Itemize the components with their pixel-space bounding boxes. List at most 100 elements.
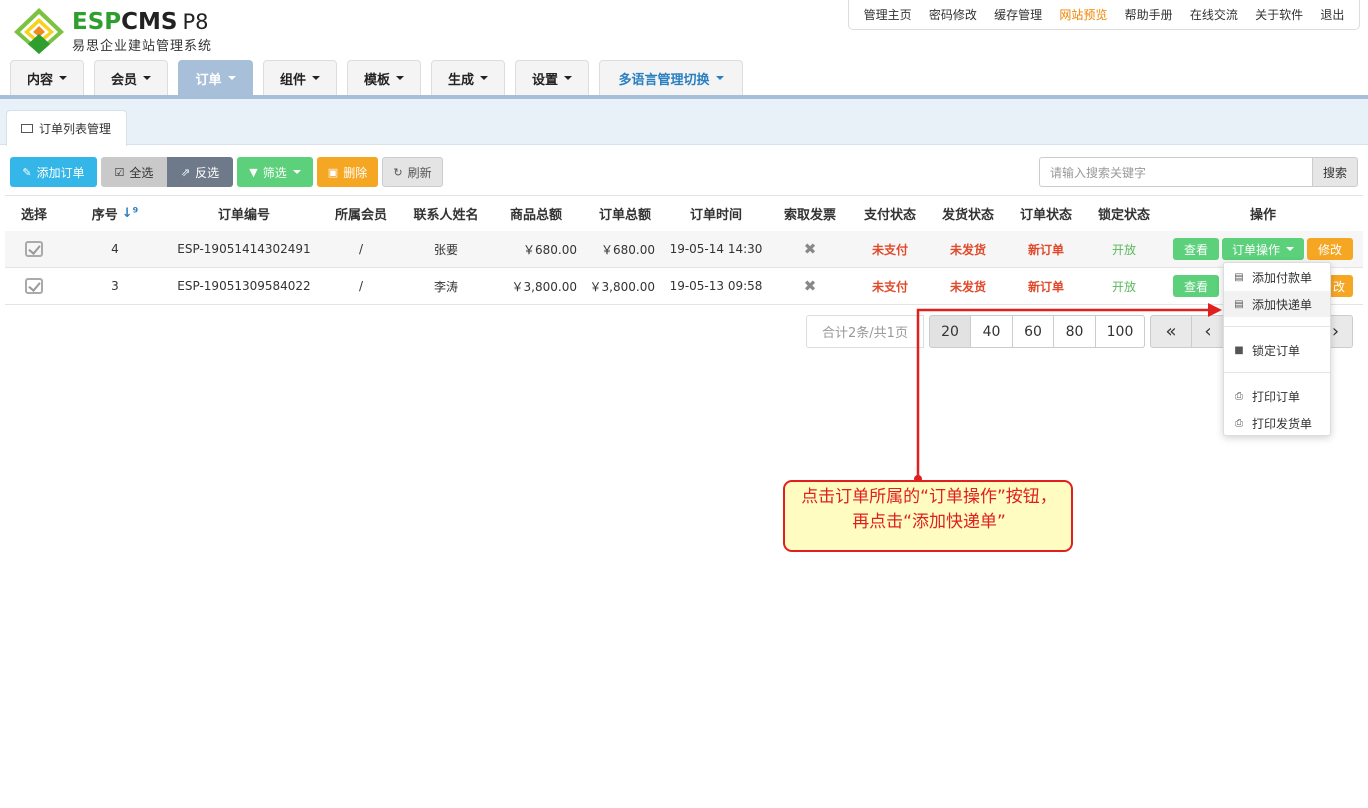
- row-time: 19-05-13 09:58: [669, 279, 763, 293]
- col-status: 订单状态: [1019, 208, 1072, 223]
- menu-divider: [1224, 326, 1330, 327]
- row-seq: 3: [111, 279, 119, 293]
- nav-settings[interactable]: 设置: [515, 60, 589, 95]
- row-order-status: 新订单: [1027, 242, 1064, 257]
- row-time: 19-05-14 14:30: [669, 242, 763, 256]
- select-all-label: 全选: [129, 165, 154, 180]
- modify-button[interactable]: 修改: [1307, 238, 1353, 260]
- nav-order[interactable]: 订单: [178, 60, 253, 95]
- menu-print-order-label: 打印订单: [1252, 389, 1301, 404]
- page-size-100[interactable]: 100: [1095, 315, 1145, 348]
- table-row: 3 ESP-19051309584022 / 李涛 ￥3,800.00 ￥3,8…: [5, 268, 1363, 305]
- nav-order-label: 订单: [195, 72, 222, 88]
- top-nav-help[interactable]: 帮助手册: [1125, 6, 1173, 23]
- view-button[interactable]: 查看: [1173, 275, 1219, 297]
- row-pay-status: 未支付: [871, 279, 908, 294]
- row-invoice: ✖: [771, 268, 849, 304]
- page-size-20[interactable]: 20: [929, 315, 971, 348]
- filter-button[interactable]: ▼ 筛选: [237, 157, 313, 187]
- col-invoice: 索取发票: [783, 208, 836, 223]
- file-icon: ▤: [1234, 298, 1244, 310]
- order-ops-button[interactable]: 订单操作: [1222, 238, 1304, 260]
- search-input[interactable]: 请输入搜索关键字: [1039, 157, 1313, 187]
- nav-generate[interactable]: 生成: [431, 60, 505, 95]
- top-nav-cache[interactable]: 缓存管理: [994, 6, 1042, 23]
- table-header: 选择 序号 ↓⁹ 订单编号 所属会员 联系人姓名 商品总额 订单总额 订单时间 索…: [5, 195, 1363, 232]
- add-order-button[interactable]: ✎ 添加订单: [10, 157, 97, 187]
- menu-print-delivery[interactable]: ⎙ 打印发货单: [1224, 410, 1330, 436]
- nav-widget-label: 组件: [279, 72, 306, 88]
- sub-tab-bar: [0, 99, 1368, 145]
- nav-widget[interactable]: 组件: [263, 60, 337, 95]
- caret-down-icon: [564, 76, 572, 80]
- row-member: /: [358, 242, 364, 256]
- sort-icon[interactable]: ↓⁹: [122, 206, 139, 221]
- top-nav-password[interactable]: 密码修改: [929, 6, 977, 23]
- top-nav-preview[interactable]: 网站预览: [1059, 6, 1107, 23]
- add-order-label: 添加订单: [36, 165, 85, 180]
- row-ship-status: 未发货: [949, 279, 986, 294]
- brand-esp: ESP: [72, 9, 122, 35]
- nav-member-label: 会员: [110, 72, 137, 88]
- order-ops-dropdown: ▤ 添加付款单 ▤ 添加快递单 ■ 锁定订单 ⎙ 打印订单 ⎙ 打印发货单: [1223, 262, 1331, 436]
- caret-down-icon: [143, 76, 151, 80]
- row-ship-status: 未发货: [949, 242, 986, 257]
- top-nav-logout[interactable]: 退出: [1320, 6, 1344, 23]
- top-nav-about[interactable]: 关于软件: [1255, 6, 1303, 23]
- menu-add-payment[interactable]: ▤ 添加付款单: [1224, 264, 1330, 290]
- edit-icon: ✎: [22, 165, 32, 179]
- search-button[interactable]: 搜索: [1312, 157, 1358, 187]
- nav-template[interactable]: 模板: [347, 60, 421, 95]
- row-checkbox[interactable]: [5, 231, 63, 267]
- row-order-status: 新订单: [1027, 279, 1064, 294]
- refresh-label: 刷新: [407, 165, 432, 180]
- menu-lock-order[interactable]: ■ 锁定订单: [1224, 337, 1330, 363]
- lock-icon: ■: [1234, 344, 1244, 356]
- col-select: 选择: [20, 208, 47, 223]
- first-page-button[interactable]: «: [1150, 315, 1192, 348]
- page-size-40[interactable]: 40: [970, 315, 1013, 348]
- annotation-callout: 点击订单所属的“订单操作”按钮，再点击“添加快递单”: [783, 480, 1073, 552]
- invert-select-button[interactable]: ⇗ 反选: [167, 157, 233, 187]
- tab-order-list[interactable]: 订单列表管理: [6, 110, 127, 146]
- close-icon: ✖: [803, 277, 817, 295]
- row-pay-status: 未支付: [871, 242, 908, 257]
- nav-member[interactable]: 会员: [94, 60, 168, 95]
- caret-down-icon: [292, 170, 301, 174]
- select-all-button[interactable]: ☑ 全选: [101, 157, 167, 187]
- col-seq[interactable]: 序号 ↓⁹: [63, 196, 167, 231]
- menu-add-express[interactable]: ▤ 添加快递单: [1224, 291, 1330, 317]
- close-icon: ✖: [803, 240, 817, 258]
- view-button[interactable]: 查看: [1173, 238, 1219, 260]
- nav-content[interactable]: 内容: [10, 60, 84, 95]
- refresh-button[interactable]: ↻ 刷新: [382, 157, 443, 187]
- nav-content-label: 内容: [26, 72, 53, 88]
- monitor-icon: [21, 124, 33, 133]
- delete-button[interactable]: ▣ 删除: [317, 157, 378, 187]
- delete-label: 删除: [343, 165, 368, 180]
- row-order-total: ￥680.00: [601, 242, 655, 257]
- page-size-80[interactable]: 80: [1053, 315, 1096, 348]
- caret-down-icon: [227, 76, 236, 80]
- table-row: 4 ESP-19051414302491 / 张要 ￥680.00 ￥680.0…: [5, 231, 1363, 268]
- row-checkbox[interactable]: [5, 268, 63, 304]
- refresh-icon: ↻: [393, 165, 403, 179]
- top-nav-home[interactable]: 管理主页: [864, 6, 912, 23]
- col-time: 订单时间: [689, 208, 742, 223]
- header: ESPCMS P8 易思企业建站管理系统 管理主页 密码修改 缓存管理 网站预览 …: [0, 0, 1368, 95]
- nav-language[interactable]: 多语言管理切换: [599, 60, 743, 95]
- col-seq-label: 序号: [91, 208, 118, 223]
- top-nav-chat[interactable]: 在线交流: [1190, 6, 1238, 23]
- menu-print-order[interactable]: ⎙ 打印订单: [1224, 383, 1330, 409]
- prev-page-button[interactable]: ‹: [1191, 315, 1225, 348]
- page-size-60[interactable]: 60: [1012, 315, 1054, 348]
- printer-icon: ⎙: [1235, 417, 1243, 429]
- invert-select-label: 反选: [195, 165, 220, 180]
- row-order-no: ESP-19051414302491: [177, 242, 311, 256]
- brand: ESPCMS P8 易思企业建站管理系统: [72, 10, 212, 54]
- checkbox-icon: [25, 278, 43, 294]
- nav-language-label: 多语言管理切换: [618, 72, 710, 88]
- col-contact: 联系人姓名: [413, 208, 479, 223]
- row-contact: 张要: [433, 242, 458, 257]
- col-order-total: 订单总额: [598, 208, 651, 223]
